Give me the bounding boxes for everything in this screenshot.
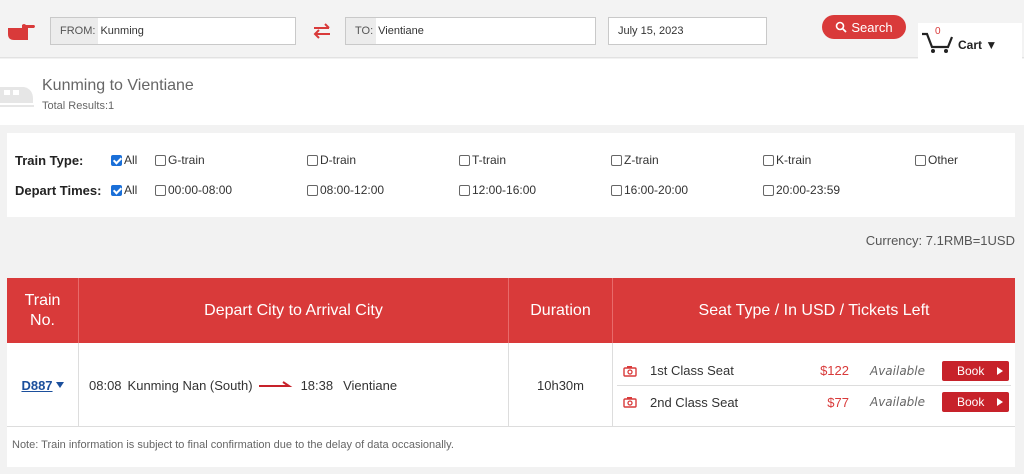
from-field[interactable]: FROM: Kunming: [50, 17, 296, 45]
depart-time: 08:08: [89, 377, 122, 393]
train-no-cell: D887: [7, 343, 79, 427]
route-cell: 08:08 Kunming Nan (South) 18:38 Vientian…: [79, 343, 509, 427]
arrow-right-icon: [258, 381, 292, 387]
camera-icon: [623, 397, 637, 408]
date-field[interactable]: July 15, 2023: [608, 17, 767, 45]
magnifier-icon: [836, 21, 848, 33]
depart-all[interactable]: All: [111, 183, 137, 197]
train-type-all[interactable]: All: [111, 153, 137, 167]
checkbox-checked[interactable]: [111, 184, 122, 196]
camera-icon: [623, 365, 637, 377]
train-type-g[interactable]: G-train: [155, 153, 205, 167]
checkbox[interactable]: [915, 154, 926, 166]
depart-20-24[interactable]: 20:00-23:59: [763, 183, 840, 197]
play-icon: [997, 366, 1003, 375]
route-header: Kunming to Vientiane Total Results:1: [0, 59, 1024, 125]
seat-name: 1st Class Seat: [650, 363, 734, 378]
checkbox[interactable]: [307, 154, 318, 166]
header-train-no: Train No.: [7, 278, 79, 343]
arrive-city: Vientiane: [343, 377, 398, 393]
route-title: Kunming to Vientiane: [42, 77, 194, 94]
search-bar: FROM: Kunming TO: Vientiane July 15, 202…: [0, 0, 1024, 60]
train-type-row: Train Type: All G-train D-train T-train …: [7, 150, 1015, 170]
seat-name: 2nd Class Seat: [650, 394, 739, 410]
date-value: July 15, 2023: [618, 25, 684, 37]
header-duration: Duration: [509, 278, 613, 343]
table-note: Note: Train information is subject to fi…: [12, 439, 454, 451]
checkbox[interactable]: [155, 184, 166, 196]
to-field[interactable]: TO: Vientiane: [345, 17, 596, 45]
depart-00-08[interactable]: 00:00-08:00: [155, 183, 232, 197]
pointing-hand-icon: [8, 24, 35, 40]
seat-price: $122: [820, 363, 849, 378]
checkbox[interactable]: [763, 184, 774, 196]
depart-city: Kunming Nan (South): [127, 377, 253, 393]
seat-status: Available: [870, 363, 926, 378]
train-type-t[interactable]: T-train: [459, 153, 506, 167]
checkbox[interactable]: [459, 184, 470, 196]
results-table: Train No. Depart City to Arrival City Dur…: [7, 278, 1015, 467]
checkbox-checked[interactable]: [111, 154, 122, 166]
table-header: Train No. Depart City to Arrival City Dur…: [7, 278, 1015, 343]
search-label: Search: [851, 19, 893, 35]
table-row: D887 08:08 Kunming Nan (South) 18:38 Vie…: [7, 343, 1015, 427]
checkbox[interactable]: [307, 184, 318, 196]
checkbox[interactable]: [459, 154, 470, 166]
chevron-down-icon[interactable]: [55, 382, 64, 388]
train-type-d[interactable]: D-train: [307, 153, 356, 167]
checkbox[interactable]: [611, 154, 622, 166]
train-type-z[interactable]: Z-train: [611, 153, 659, 167]
depart-08-12[interactable]: 08:00-12:00: [307, 183, 384, 197]
depart-16-20[interactable]: 16:00-20:00: [611, 183, 688, 197]
book-button[interactable]: Book: [942, 360, 1009, 381]
checkbox[interactable]: [155, 154, 166, 166]
train-no-link[interactable]: D887: [21, 378, 52, 393]
cart-count: 0: [935, 26, 941, 37]
train-type-label: Train Type:: [15, 152, 84, 168]
total-results: Total Results:1: [42, 100, 115, 112]
checkbox[interactable]: [611, 184, 622, 196]
header-seats: Seat Type / In USD / Tickets Left: [698, 301, 930, 319]
swap-icon[interactable]: [311, 22, 333, 40]
cart-label: Cart ▼: [958, 38, 998, 52]
train-type-k[interactable]: K-train: [763, 153, 811, 167]
header-route: Depart City to Arrival City: [79, 278, 509, 343]
play-icon: [997, 398, 1003, 406]
seat-status: Available: [870, 395, 926, 409]
seats-cell: 1st Class Seat $122 Available Book 2nd C…: [613, 343, 1015, 427]
duration-cell: 10h30m: [509, 343, 613, 427]
to-value: Vientiane: [378, 25, 424, 37]
checkbox[interactable]: [763, 154, 774, 166]
seat-price: $77: [827, 394, 849, 410]
from-value: Kunming: [100, 25, 144, 37]
cart-icon: 0: [920, 26, 954, 54]
depart-12-16[interactable]: 12:00-16:00: [459, 183, 536, 197]
cart-button[interactable]: 0 Cart ▼: [918, 23, 1022, 60]
search-button[interactable]: Search: [822, 15, 906, 39]
depart-times-label: Depart Times:: [15, 182, 102, 198]
to-label: TO:: [346, 18, 377, 44]
from-label: FROM:: [51, 18, 99, 44]
book-button[interactable]: Book: [942, 392, 1009, 412]
depart-times-row: Depart Times: All 00:00-08:00 08:00-12:0…: [7, 180, 1015, 200]
seat-row: 2nd Class Seat $77 Available Book: [617, 387, 1011, 417]
seat-row: 1st Class Seat $122 Available Book: [617, 356, 1011, 386]
train-type-other[interactable]: Other: [915, 153, 958, 167]
filter-panel: Train Type: All G-train D-train T-train …: [7, 133, 1015, 217]
train-icon: [0, 87, 34, 107]
currency-rate: Currency: 7.1RMB=1USD: [865, 233, 1015, 248]
arrive-time: 18:38: [300, 377, 334, 393]
